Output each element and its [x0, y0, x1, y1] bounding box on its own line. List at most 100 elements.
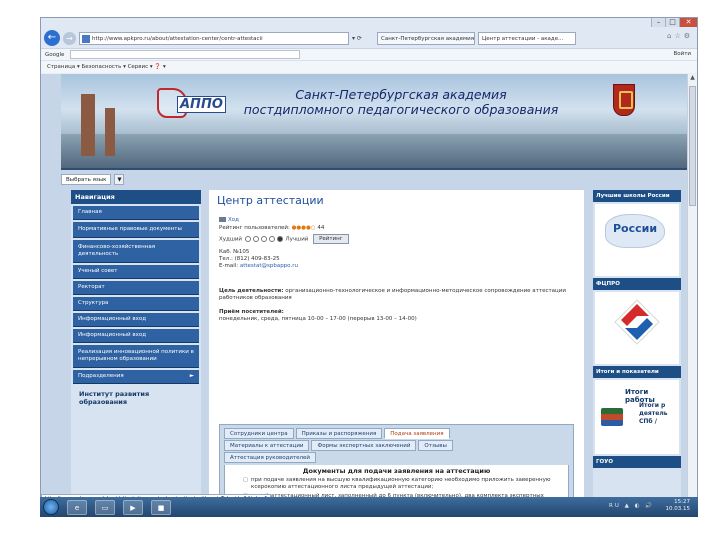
windows-taskbar: e ▭ ▶ ■ RU ▲ ◐ 🔊 15:27 10.03.15: [40, 497, 698, 517]
web-page: АППО Санкт-Петербургская академия постди…: [41, 74, 689, 502]
address-controls[interactable]: ▾ ⟳: [352, 35, 374, 42]
home-star-gear-icons[interactable]: ⌂☆⚙: [667, 32, 693, 40]
app-taskbar-icon[interactable]: ■: [151, 499, 171, 515]
tab-staff[interactable]: Сотрудники центра: [224, 428, 294, 439]
back-button[interactable]: ←: [44, 30, 60, 46]
sidebar-item-divisions[interactable]: Подразделения ►: [73, 370, 199, 384]
vote-radio-2[interactable]: [252, 236, 259, 242]
sidebar-item-home[interactable]: Главная: [73, 206, 199, 220]
fcpro-logo-icon: [614, 299, 660, 345]
activity-label: Цель деятельности:: [219, 288, 284, 294]
google-label: Google: [45, 51, 65, 58]
results-title: Итоги и показатели: [593, 366, 681, 378]
sidebar-item-rectorate[interactable]: Ректорат: [73, 281, 199, 295]
activity-block: Цель деятельности: организационно-технол…: [219, 288, 569, 302]
print-icon[interactable]: [219, 217, 226, 222]
scrollbar-thumb[interactable]: [689, 86, 696, 206]
media-taskbar-icon[interactable]: ▶: [123, 499, 143, 515]
forward-button[interactable]: →: [63, 31, 76, 45]
sidebar-institute-link[interactable]: Институт развития образования: [75, 388, 197, 408]
sidebar-item-label: Подразделения: [78, 373, 124, 379]
fcpro-banner[interactable]: [595, 292, 679, 364]
print-row: Ход: [219, 217, 239, 224]
google-search-input[interactable]: [70, 50, 301, 59]
tab-application[interactable]: Подача заявления: [384, 428, 450, 439]
address-row: ← → http://www.apkpro.ru/about/attestati…: [41, 28, 697, 48]
browser-tab-attestation[interactable]: Центр аттестации - акаде...: [478, 31, 576, 45]
academy-title-line1: Санкт-Петербургская академия: [295, 87, 507, 102]
document-item-1: при подаче заявления на высшую квалифика…: [251, 477, 551, 490]
tab-reviews[interactable]: Отзывы: [418, 440, 453, 451]
books-icon: [601, 408, 623, 426]
command-bar[interactable]: Страница ▾ Безопасность ▾ Сервис ▾ ❓ ▾: [41, 60, 697, 73]
tab-expert-forms[interactable]: Формы экспертных заключений: [311, 440, 417, 451]
email-label: E-mail:: [219, 263, 239, 269]
browser-tab-academy[interactable]: Санкт-Петербургская академия постдипломн…: [377, 31, 475, 45]
best-schools-logo-text: России: [613, 222, 658, 235]
results-logo-line2: Итоги р деятель СПб /: [639, 402, 668, 425]
results-banner[interactable]: Итоги работы Итоги р деятель СПб /: [595, 380, 679, 454]
start-button[interactable]: [43, 499, 59, 515]
tabs-panel: Сотрудники центра Приказы и распоряжения…: [219, 424, 574, 502]
sidebar-item-label: Информационный вход: [78, 332, 146, 338]
google-signin-link[interactable]: Войти: [674, 51, 692, 57]
folder-taskbar-icon[interactable]: ▭: [95, 499, 115, 515]
city-crest-icon: [613, 84, 635, 116]
sidebar-item-info-entry-2[interactable]: Информационный вход: [73, 329, 199, 343]
tray-icons[interactable]: RU ▲ ◐ 🔊: [609, 503, 654, 509]
minimize-button[interactable]: –: [651, 18, 665, 27]
scroll-up-icon[interactable]: ▲: [688, 74, 697, 81]
address-bar[interactable]: http://www.apkpro.ru/about/attestation-c…: [79, 31, 349, 45]
close-button[interactable]: ✕: [679, 18, 697, 27]
hours-label-text: Приём посетителей:: [219, 309, 284, 315]
print-link[interactable]: Ход: [228, 217, 239, 223]
clock-time: 15:27: [674, 499, 690, 505]
appo-logo-text[interactable]: АППО: [177, 96, 226, 113]
tab-materials[interactable]: Материалы к аттестации: [224, 440, 310, 451]
vote-button[interactable]: Рейтинг: [313, 234, 349, 244]
fcpro-title: ФЦПРО: [593, 278, 681, 290]
language-dropdown-icon[interactable]: ▼: [114, 173, 125, 185]
best-schools-banner[interactable]: России: [595, 204, 679, 276]
sidebar-item-structure[interactable]: Структура: [73, 297, 199, 311]
sidebar-item-label: Информационный вход: [78, 316, 146, 322]
bullet-icon: □: [243, 477, 248, 483]
chevron-right-icon: ►: [189, 373, 194, 379]
sidebar-item-info-entry[interactable]: Информационный вход: [73, 313, 199, 327]
sidebar-item-legal-documents[interactable]: Нормативные правовые документы: [73, 222, 199, 238]
vote-row: Худший Лучший Рейтинг: [219, 234, 349, 244]
sidebar-item-finance[interactable]: Финансово-хозяйственная деятельность: [73, 240, 199, 263]
hours-text: понедельник, среда, пятница 10-00 – 17-0…: [219, 316, 417, 322]
sidebar-item-academic-council[interactable]: Ученый совет: [73, 265, 199, 279]
tab-row-3: Аттестация руководителей: [224, 452, 317, 463]
sidebar-item-label: Финансово-хозяйственная деятельность: [78, 244, 156, 257]
email-row: E-mail: attestat@spbappo.ru: [219, 263, 298, 270]
language-select[interactable]: Выбрать язык: [61, 173, 112, 185]
vote-radio-5[interactable]: [276, 236, 283, 242]
google-toolbar: Google Войти: [41, 48, 697, 60]
command-bar-items[interactable]: Страница ▾ Безопасность ▾ Сервис ▾ ❓ ▾: [47, 64, 166, 70]
clock[interactable]: 15:27 10.03.15: [666, 499, 691, 513]
left-sidebar: Навигация Главная Нормативные правовые д…: [71, 190, 201, 502]
ie-taskbar-icon[interactable]: e: [67, 499, 87, 515]
address-url: http://www.apkpro.ru/about/attestation-c…: [92, 35, 263, 42]
phone-number: Тел.: (812) 409-83-25: [219, 256, 280, 262]
main-content: Центр аттестации Ход Рейтинг пользовател…: [209, 190, 584, 502]
sidebar-item-innovation[interactable]: Реализация инновационной политики в непр…: [73, 345, 199, 368]
vote-radio-4[interactable]: [268, 236, 275, 242]
right-column: Лучшие школы России России ФЦПРО Итоги и…: [593, 190, 681, 502]
tab-orders[interactable]: Приказы и распоряжения: [295, 428, 383, 439]
gouo-title: ГОУО: [593, 456, 681, 468]
browser-window: – □ ✕ ← → http://www.apkpro.ru/about/att…: [40, 17, 698, 517]
window-controls: – □ ✕: [651, 18, 697, 27]
rating-count: 44: [317, 225, 325, 231]
tab-managers-attestation[interactable]: Аттестация руководителей: [224, 452, 317, 463]
header-river-image: [61, 134, 689, 168]
hours-label: Приём посетителей:: [219, 309, 284, 316]
vote-radio-1[interactable]: [244, 236, 251, 242]
email-link[interactable]: attestat@spbappo.ru: [240, 263, 298, 269]
maximize-button[interactable]: □: [665, 18, 679, 27]
favicon-icon: [82, 34, 90, 43]
vertical-scrollbar[interactable]: ▲: [687, 74, 697, 502]
vote-radio-3[interactable]: [260, 236, 267, 242]
